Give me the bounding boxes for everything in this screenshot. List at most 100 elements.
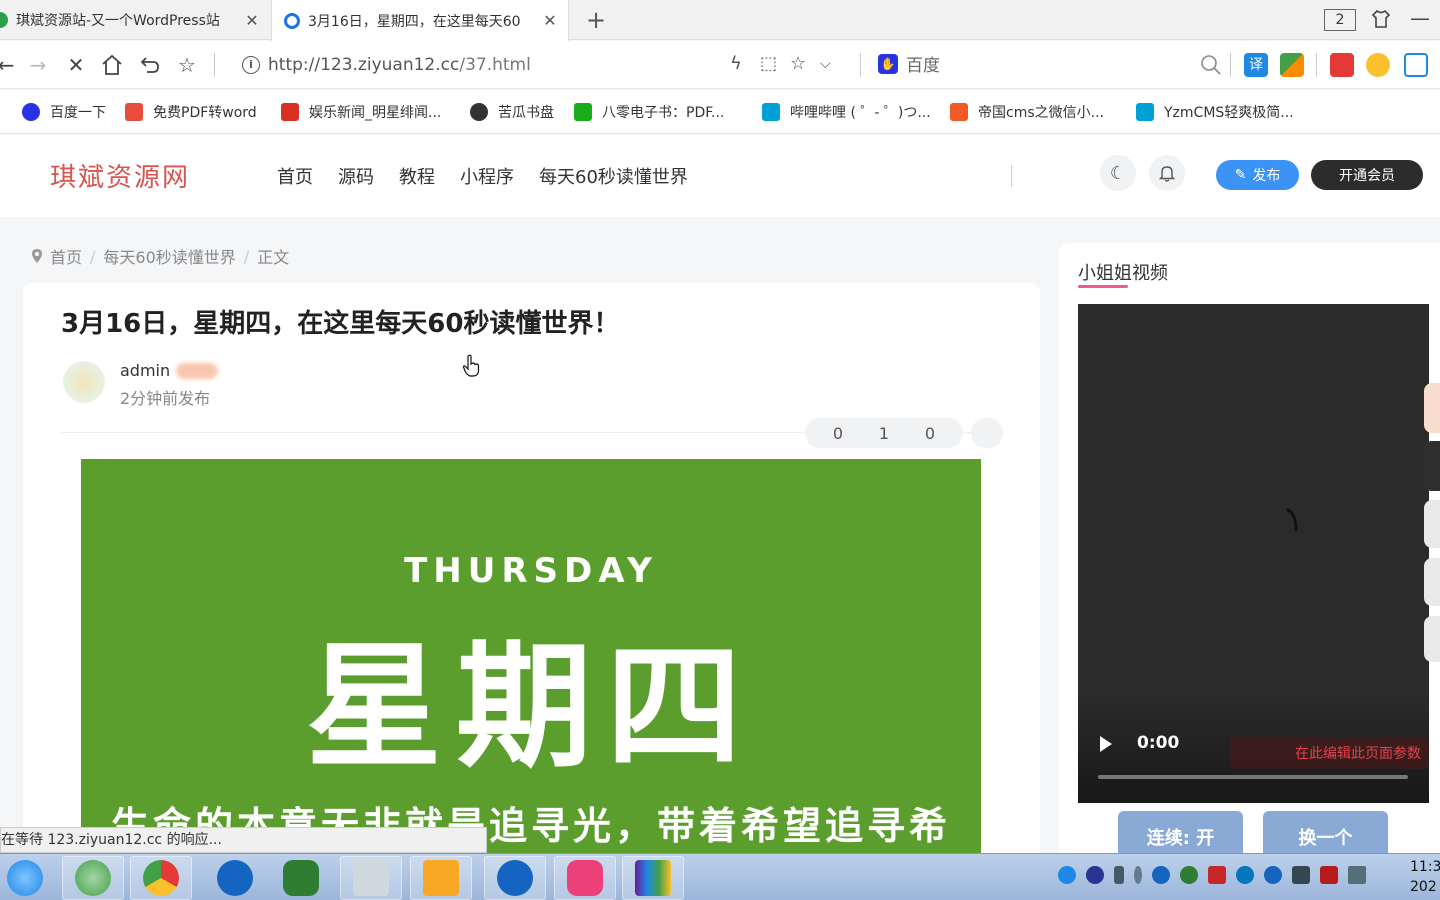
menu-item-tutorial[interactable]: 教程 — [399, 163, 435, 189]
network-tray-icon[interactable] — [1208, 866, 1226, 884]
volume-icon[interactable] — [1292, 866, 1310, 884]
address-bar[interactable]: i http://123.ziyuan12.cc/37.html — [230, 47, 850, 83]
taskbar-green-browser[interactable] — [62, 856, 124, 900]
video-progress-bar[interactable] — [1098, 775, 1408, 779]
url-text[interactable]: http://123.ziyuan12.cc/37.html — [268, 55, 531, 75]
undo-icon[interactable] — [138, 53, 162, 77]
pdf-tool-icon[interactable] — [1330, 53, 1354, 77]
browser-tab-2-active[interactable]: 3月16日，星期四，在这里每天60 ✕ — [271, 0, 569, 41]
menu-item-60s-news[interactable]: 每天60秒读懂世界 — [539, 163, 688, 189]
stop-loading-x-icon[interactable]: ✕ — [64, 53, 88, 77]
bookmark-item[interactable]: 苦瓜书盘 — [470, 102, 554, 122]
pencil-icon: ✎ — [1234, 167, 1247, 183]
minimize-window-icon[interactable]: — — [1410, 6, 1430, 30]
float-tab-5[interactable] — [1424, 616, 1440, 662]
cloud-tray-icon[interactable] — [1236, 866, 1254, 884]
bookmark-label: 百度一下 — [50, 105, 106, 121]
chevron-down-icon[interactable]: ⌵ — [820, 56, 831, 72]
notification-bell-icon[interactable] — [1149, 155, 1185, 191]
article-title: 3月16日，星期四，在这里每天60秒读懂世界！ — [61, 309, 620, 339]
help-icon[interactable] — [1086, 866, 1104, 884]
author-name[interactable]: admin — [120, 361, 170, 380]
breadcrumb: 首页 / 每天60秒读懂世界 / 正文 — [32, 244, 289, 268]
stat-likes[interactable]: 1 — [879, 424, 889, 443]
float-tab-1[interactable] — [1424, 383, 1440, 433]
feather-tray-icon[interactable] — [1152, 866, 1170, 884]
close-tab-icon[interactable]: ✕ — [538, 11, 562, 30]
close-tab-icon[interactable]: ✕ — [240, 11, 264, 30]
taskbar-video-app[interactable] — [484, 856, 546, 900]
browser-tab-1[interactable]: 琪斌资源站-又一个WordPress站 ✕ — [0, 0, 270, 40]
bell-icon — [1158, 166, 1176, 182]
tab-title: 琪斌资源站-又一个WordPress站 — [16, 13, 220, 29]
site-header: 琪斌资源网 首页 源码 教程 小程序 每天60秒读懂世界 ☾ ✎ 发布 开通会员 — [0, 135, 1440, 217]
video-player[interactable]: 0:00 在此编辑此页面参数 — [1078, 304, 1429, 803]
microphone-icon[interactable] — [1114, 866, 1124, 884]
favorite-star-icon[interactable]: ☆ — [175, 53, 199, 77]
video-tray-icon[interactable] — [1264, 866, 1282, 884]
screenshot-icon[interactable]: ⬚ — [760, 53, 777, 74]
site-favicon-icon — [0, 12, 8, 28]
bookmark-item[interactable]: 哔哩哔哩 ( ゜- ゜)つ... — [762, 102, 931, 122]
search-engine-box[interactable]: ✋ 百度 — [878, 51, 940, 76]
breadcrumb-category[interactable]: 每天60秒读懂世界 — [103, 244, 235, 268]
ie-icon — [7, 860, 43, 896]
home-icon[interactable] — [100, 53, 124, 77]
share-button[interactable] — [971, 418, 1003, 448]
site-logo[interactable]: 琪斌资源网 — [50, 157, 190, 194]
system-clock[interactable]: 11:3 202 — [1410, 857, 1440, 897]
breadcrumb-home[interactable]: 首页 — [50, 244, 82, 268]
lightning-icon[interactable]: ϟ — [730, 53, 742, 74]
back-arrow-icon[interactable]: ← — [0, 53, 18, 77]
forward-arrow-icon[interactable]: → — [26, 53, 50, 77]
bookmark-item[interactable]: YzmCMS轻爽极简... — [1136, 102, 1294, 122]
bookmark-star-icon[interactable]: ☆ — [790, 53, 806, 74]
author-avatar[interactable] — [63, 361, 105, 403]
menu-item-source[interactable]: 源码 — [338, 163, 374, 189]
float-tab-2[interactable] — [1424, 441, 1440, 491]
taskbar-meitu[interactable] — [554, 856, 616, 900]
apps-grid-icon[interactable] — [1280, 53, 1304, 77]
publish-button[interactable]: ✎ 发布 — [1216, 160, 1299, 190]
bookmark-item[interactable]: 帝国cms之微信小... — [950, 102, 1104, 122]
wechat-tray-icon[interactable] — [1180, 866, 1198, 884]
site-info-icon[interactable]: i — [242, 56, 260, 74]
taskbar-chrome[interactable] — [130, 856, 192, 900]
stat-comments[interactable]: 0 — [833, 424, 843, 443]
float-tab-4[interactable] — [1424, 558, 1440, 606]
bookmark-item[interactable]: 八零电子书：PDF... — [574, 102, 724, 122]
location-pin-icon — [32, 249, 42, 263]
url-host: http://123.ziyuan12.cc — [268, 55, 460, 75]
dark-mode-moon-icon[interactable]: ☾ — [1100, 155, 1136, 191]
ime-icon[interactable] — [1058, 866, 1076, 884]
night-mode-moon-icon[interactable] — [1366, 53, 1390, 77]
taskbar-ie[interactable] — [0, 856, 56, 900]
play-icon[interactable] — [1100, 736, 1112, 752]
new-tab-plus-icon[interactable]: + — [586, 6, 606, 34]
taskbar-winrar[interactable] — [622, 856, 684, 900]
taskbar-feather-app[interactable] — [204, 856, 266, 900]
cover-weekday-en: THURSDAY — [404, 551, 658, 591]
bookmark-item[interactable]: 免费PDF转word — [125, 102, 257, 122]
signal-icon[interactable] — [1348, 866, 1366, 884]
menu-item-miniprogram[interactable]: 小程序 — [460, 163, 514, 189]
tray-expand-icon[interactable] — [1134, 866, 1142, 884]
vip-membership-button[interactable]: 开通会员 — [1311, 160, 1423, 190]
stat-favorites[interactable]: 0 — [925, 424, 935, 443]
wechat-icon — [283, 860, 319, 896]
taskbar-wechat[interactable] — [270, 856, 332, 900]
security-tray-icon[interactable] — [1320, 866, 1338, 884]
bookmark-item[interactable]: 百度一下 — [22, 102, 106, 122]
search-icon[interactable] — [1199, 53, 1223, 77]
menu-item-home[interactable]: 首页 — [277, 163, 313, 189]
tab-count-button[interactable]: 2 — [1324, 9, 1356, 31]
skin-shirt-icon[interactable] — [1370, 8, 1392, 30]
bookmark-item[interactable]: 娱乐新闻_明星绯闻... — [281, 102, 441, 122]
taskbar-notepad[interactable] — [340, 856, 402, 900]
folder-icon — [423, 860, 459, 896]
taskbar-explorer[interactable] — [410, 856, 472, 900]
float-tab-3[interactable] — [1424, 500, 1440, 548]
crop-screenshot-icon[interactable] — [1404, 53, 1428, 77]
translate-icon[interactable]: 译 — [1244, 53, 1268, 77]
edit-page-params-hint[interactable]: 在此编辑此页面参数 — [1230, 737, 1429, 769]
